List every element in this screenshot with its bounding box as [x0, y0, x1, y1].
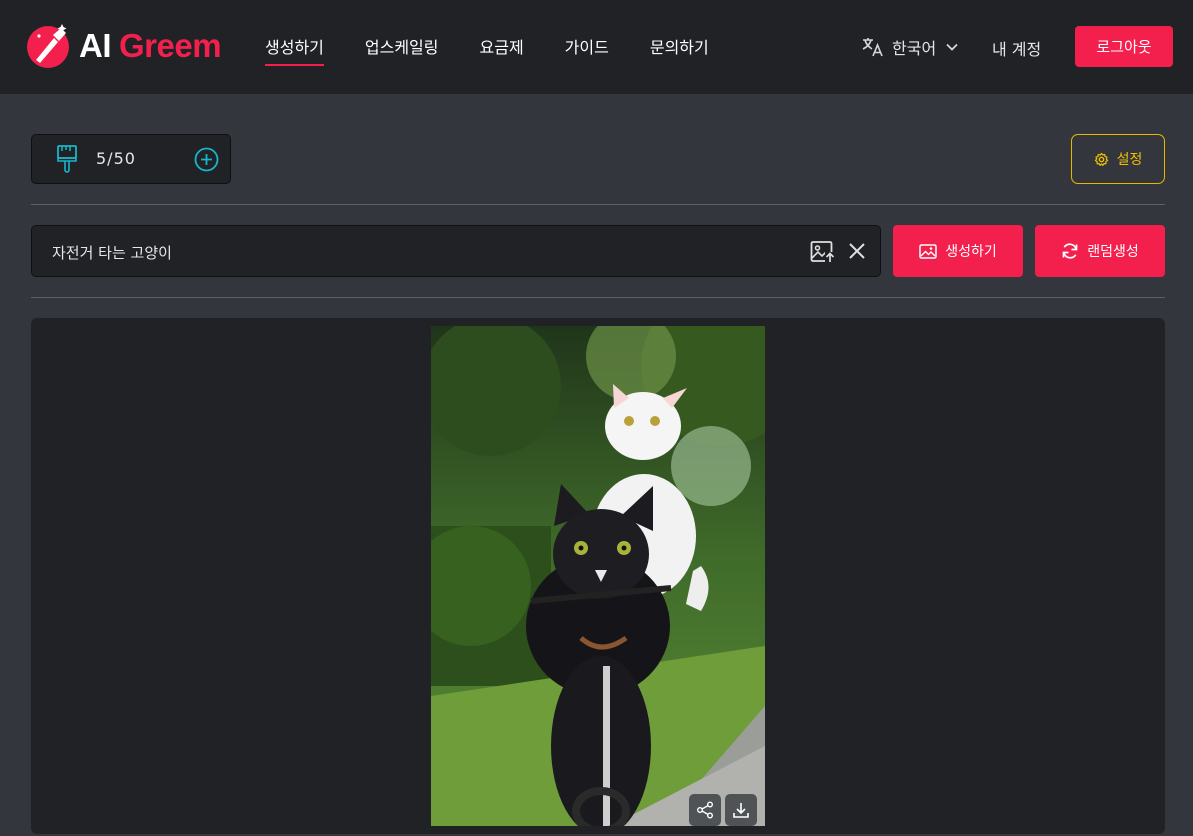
language-selector[interactable]: 한국어: [862, 35, 966, 59]
generate-label: 생성하기: [945, 244, 997, 260]
cats-on-bicycle-image: [431, 326, 765, 826]
random-generate-button[interactable]: 랜덤생성: [1035, 225, 1165, 277]
nav-item-pricing[interactable]: 요금제: [480, 34, 524, 67]
generated-image[interactable]: [431, 326, 765, 826]
gear-icon: [1094, 152, 1108, 166]
clear-icon[interactable]: [848, 242, 866, 260]
divider: [31, 204, 1165, 205]
settings-button[interactable]: 설정: [1071, 134, 1165, 184]
divider: [31, 297, 1165, 298]
plus-circle-icon[interactable]: [194, 147, 219, 172]
chevron-down-icon: [946, 43, 958, 51]
prompt-text[interactable]: 자전거 타는 고양이: [52, 242, 172, 263]
brush-logo-icon: [27, 24, 69, 68]
random-generate-label: 랜덤생성: [1087, 244, 1139, 260]
download-button[interactable]: [725, 794, 757, 826]
language-label: 한국어: [892, 39, 937, 58]
refresh-icon: [1062, 243, 1078, 259]
result-panel: [31, 318, 1165, 834]
download-icon: [733, 803, 749, 818]
share-icon: [697, 801, 713, 819]
settings-label: 설정: [1116, 152, 1143, 168]
brush-icon: [57, 145, 77, 173]
logo-text-ai: AI: [79, 27, 112, 64]
nav-item-contact[interactable]: 문의하기: [650, 34, 709, 67]
image-upload-icon[interactable]: [810, 240, 836, 264]
nav-item-guide[interactable]: 가이드: [565, 34, 609, 67]
nav-item-upscaling[interactable]: 업스케일링: [365, 34, 439, 67]
image-icon: [919, 243, 937, 259]
my-account-link[interactable]: 내 계정: [992, 36, 1041, 60]
credit-counter: 5/50: [31, 134, 231, 184]
share-button[interactable]: [689, 794, 721, 826]
main-nav: 생성하기 업스케일링 요금제 가이드 문의하기: [265, 34, 750, 67]
nav-item-generate[interactable]: 생성하기: [265, 34, 324, 67]
translate-icon: [862, 38, 883, 57]
top-header: AI Greem 생성하기 업스케일링 요금제 가이드 문의하기 한국어 내 계정…: [0, 0, 1193, 94]
credit-count: 5/50: [96, 149, 136, 168]
logo-text-greem: Greem: [119, 27, 222, 64]
logo[interactable]: AI Greem: [27, 22, 222, 70]
logout-button[interactable]: 로그아웃: [1075, 26, 1173, 67]
generate-button[interactable]: 생성하기: [893, 225, 1023, 277]
prompt-input[interactable]: 자전거 타는 고양이: [31, 225, 881, 277]
